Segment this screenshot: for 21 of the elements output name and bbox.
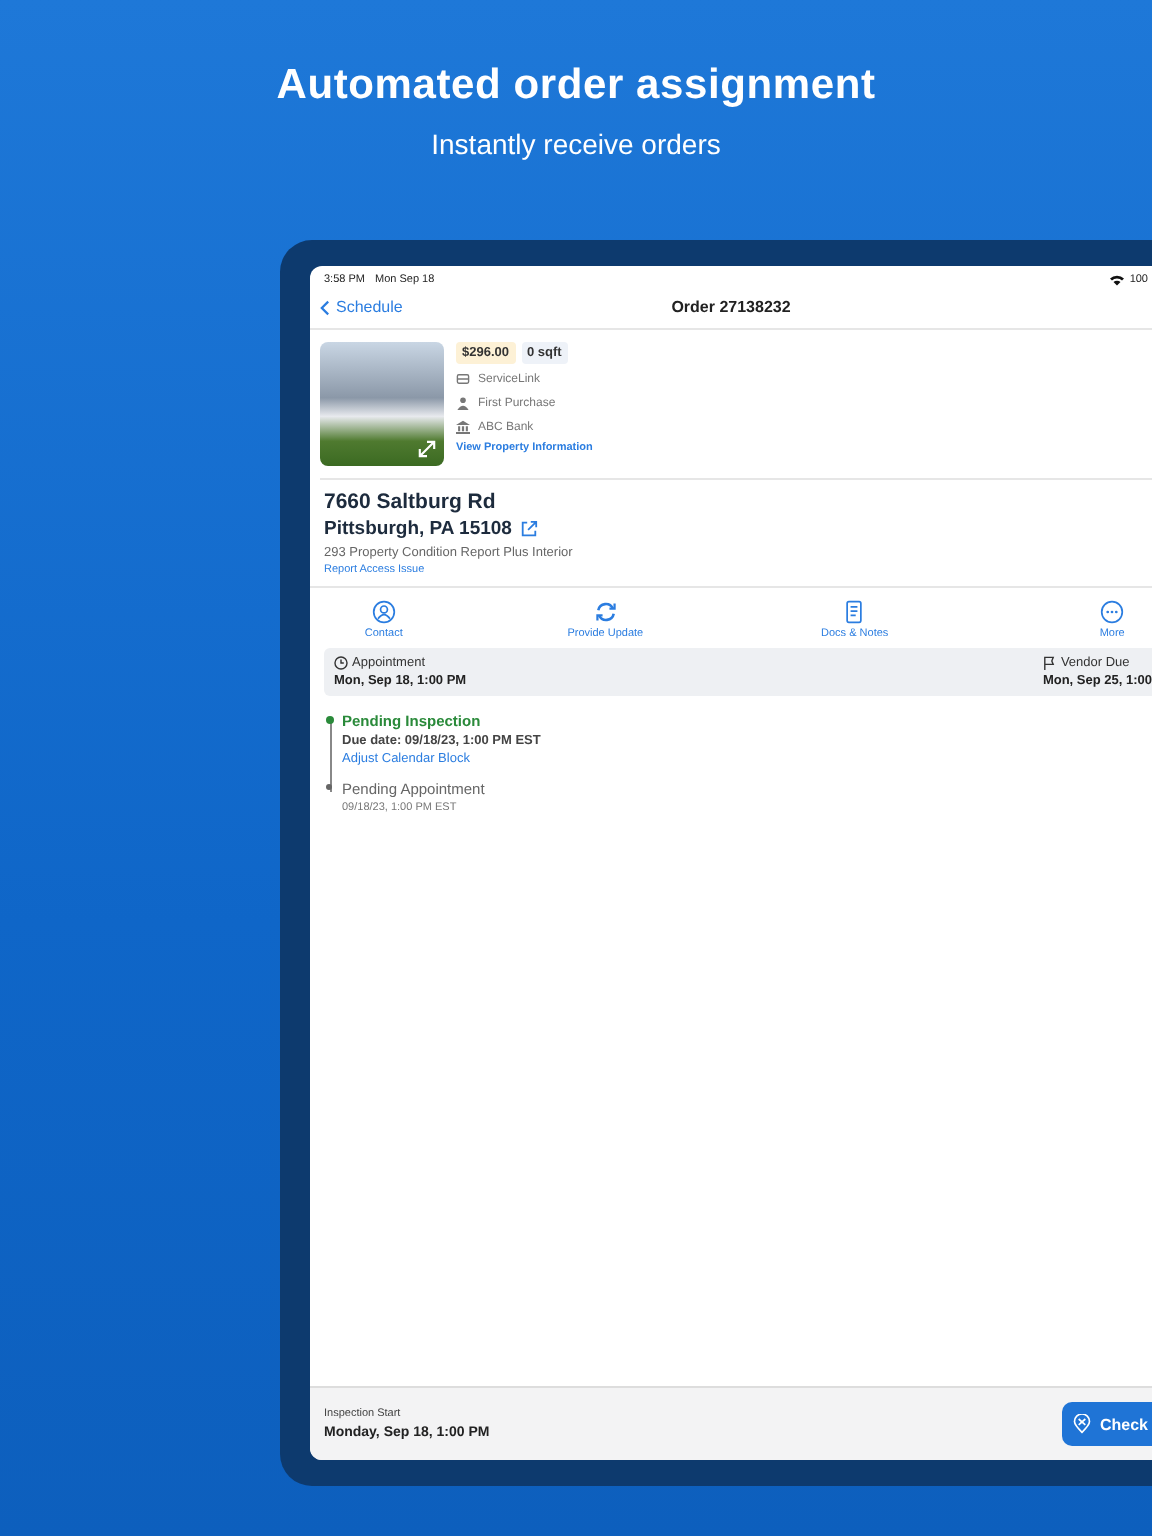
street-address: 7660 Saltburg Rd [324, 490, 496, 514]
subheadline: Instantly receive orders [429, 128, 723, 160]
back-chevron-icon[interactable] [320, 299, 330, 315]
city-address: Pittsburgh, PA 15108 [324, 518, 512, 540]
more-icon[interactable] [1100, 600, 1125, 624]
external-link-icon[interactable] [519, 520, 538, 538]
box-icon [456, 372, 470, 386]
flag-icon [1042, 656, 1057, 670]
clock-icon [334, 656, 348, 670]
headline: Automated order assignment [274, 62, 878, 110]
location-pin-icon[interactable] [1071, 1414, 1092, 1434]
refresh-icon[interactable] [593, 600, 618, 624]
bank-icon [456, 420, 470, 434]
document-icon[interactable] [842, 600, 867, 624]
check-in-button[interactable]: Check [1061, 1402, 1152, 1446]
person-icon [456, 396, 470, 410]
back-button[interactable]: Schedule [310, 298, 403, 316]
wifi-icon [1109, 274, 1124, 286]
expand-icon[interactable] [418, 440, 436, 458]
order-title: Order 27138232 [671, 298, 791, 316]
person-circle-icon[interactable] [371, 600, 396, 624]
